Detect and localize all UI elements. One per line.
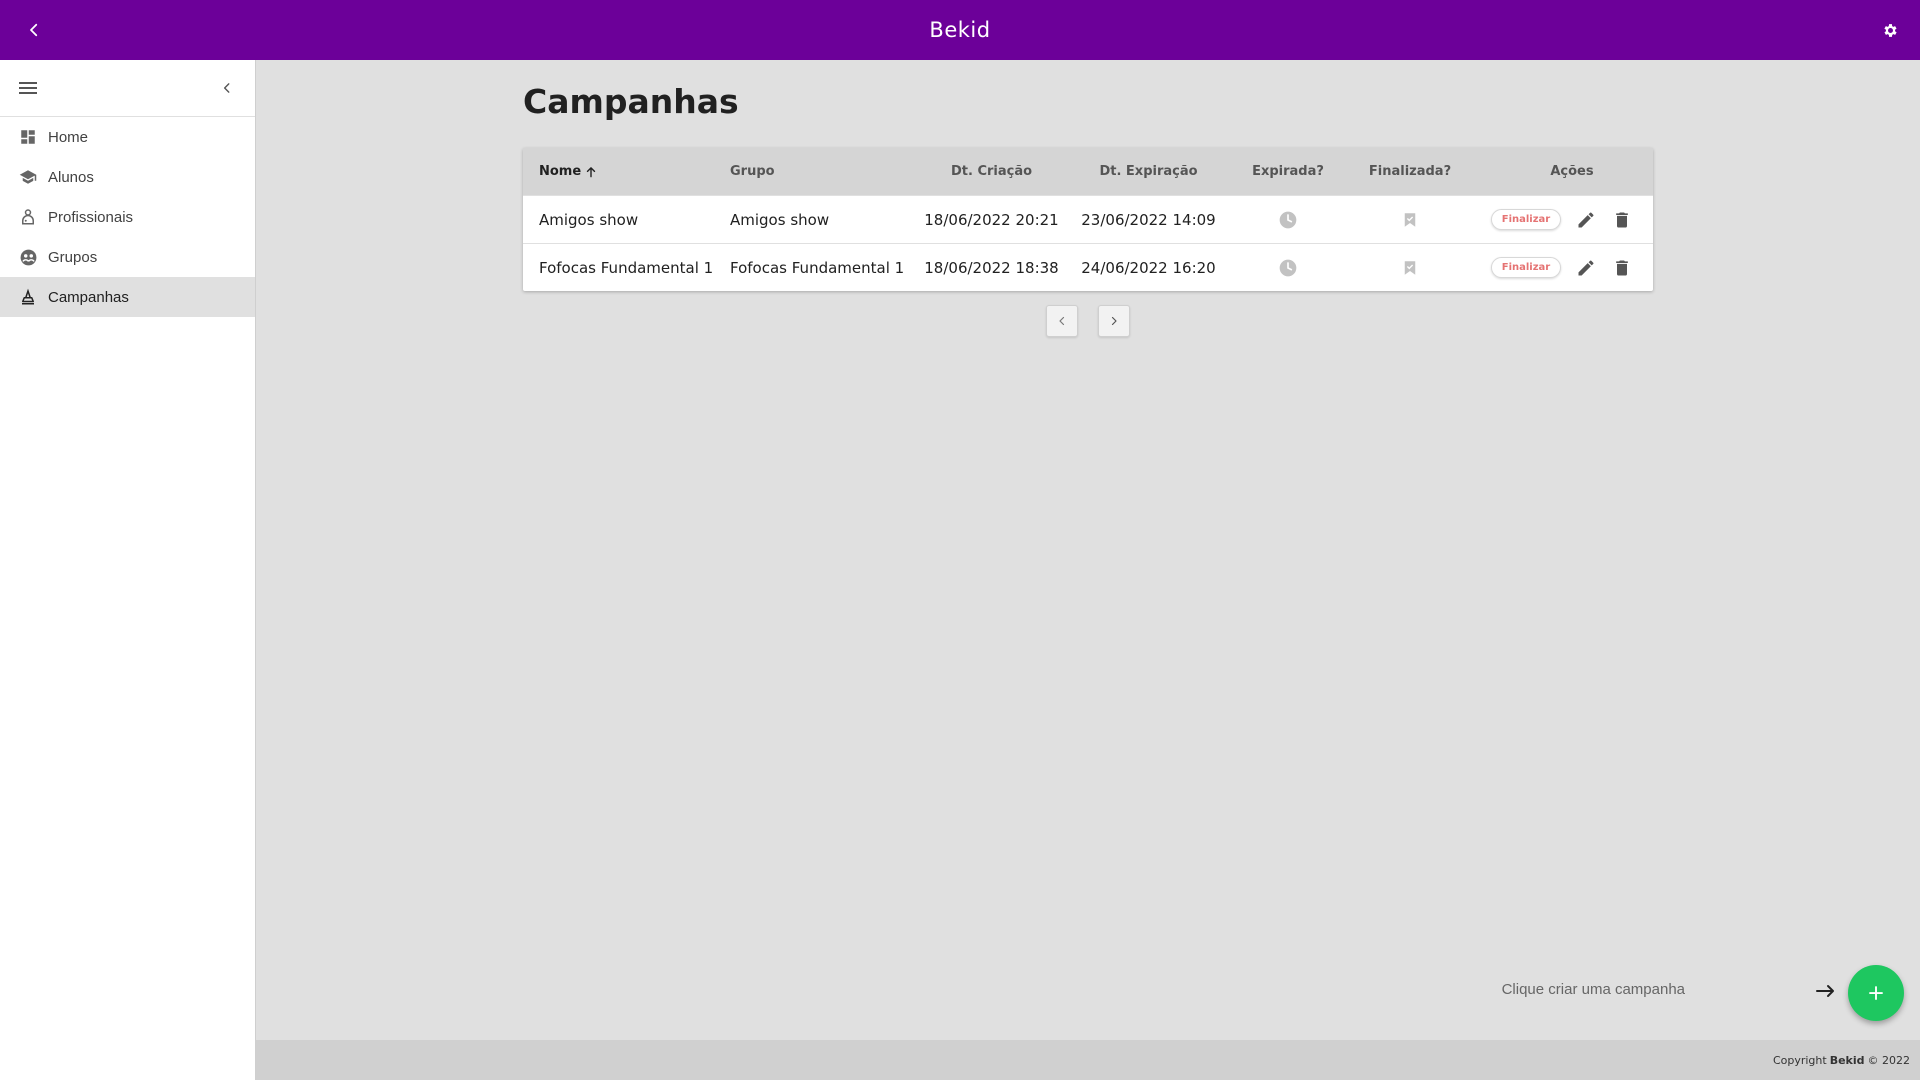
app-bar: Bekid xyxy=(0,0,1920,60)
graduation-cap-icon xyxy=(18,167,38,187)
sidebar-item-alunos[interactable]: Alunos xyxy=(0,157,255,197)
create-campaign-hint: Clique criar uma campanha xyxy=(1501,981,1685,998)
cell-dt-expiracao: 24/06/2022 16:20 xyxy=(1081,258,1216,277)
sidebar-item-label: Grupos xyxy=(48,248,98,266)
column-header-grupo[interactable]: Grupo xyxy=(718,164,913,179)
trash-icon xyxy=(1616,260,1629,275)
sidebar-header xyxy=(0,60,255,117)
copyright-prefix: Copyright xyxy=(1772,1053,1827,1067)
gear-icon xyxy=(1883,23,1897,37)
professional-icon xyxy=(18,207,38,227)
page-title: Campanhas xyxy=(523,82,739,121)
pencil-icon xyxy=(1578,259,1594,275)
column-header-dt-criacao[interactable]: Dt. Criação xyxy=(913,164,1070,179)
copyright-brand: Bekid xyxy=(1829,1053,1865,1067)
sort-arrow-up-icon xyxy=(586,166,596,177)
column-header-finalizada[interactable]: Finalizada? xyxy=(1349,164,1471,179)
bookmark-check-icon xyxy=(1404,212,1416,227)
cell-finalizada xyxy=(1349,211,1471,229)
cell-grupo: Fofocas Fundamental 1 xyxy=(730,258,905,277)
cell-finalizada xyxy=(1349,259,1471,277)
campaigns-table: Nome Grupo Dt. Criação Dt. Expiração Exp… xyxy=(523,148,1653,291)
footer: Copyright Bekid © 2022 xyxy=(256,1040,1920,1080)
finalizar-button[interactable]: Finalizar xyxy=(1490,209,1562,230)
delete-button[interactable] xyxy=(1611,257,1633,279)
column-header-expirada[interactable]: Expirada? xyxy=(1227,164,1349,179)
cell-expirada xyxy=(1227,210,1349,230)
sidebar-item-campanhas[interactable]: Campanhas xyxy=(0,277,255,317)
sidebar-item-label: Home xyxy=(48,128,89,146)
chevron-left-icon xyxy=(223,83,230,93)
plus-icon xyxy=(1869,986,1883,1000)
groups-icon xyxy=(18,247,38,267)
clock-icon xyxy=(1279,259,1297,276)
column-header-acoes: Ações xyxy=(1550,164,1594,179)
chevron-left-icon xyxy=(1059,316,1065,326)
cell-dt-expiracao: 23/06/2022 14:09 xyxy=(1081,210,1216,229)
edit-button[interactable] xyxy=(1575,257,1597,279)
pencil-icon xyxy=(1578,211,1594,227)
table-row: Fofocas Fundamental 1 Fofocas Fundamenta… xyxy=(523,243,1653,291)
edit-button[interactable] xyxy=(1575,209,1597,231)
chevron-right-icon xyxy=(1111,316,1117,326)
cell-dt-criacao: 18/06/2022 20:21 xyxy=(924,210,1059,229)
sidebar-item-home[interactable]: Home xyxy=(0,117,255,157)
sidebar-item-profissionais[interactable]: Profissionais xyxy=(0,197,255,237)
column-header-dt-expiracao[interactable]: Dt. Expiração xyxy=(1070,164,1227,179)
campaign-icon xyxy=(18,287,38,307)
dashboard-icon xyxy=(18,127,38,147)
sidebar-item-label: Campanhas xyxy=(48,288,129,306)
arrow-right-icon xyxy=(1816,985,1834,997)
cell-expirada xyxy=(1227,258,1349,278)
app-title: Bekid xyxy=(929,18,991,42)
column-header-nome[interactable]: Nome xyxy=(523,164,718,179)
sidebar-item-label: Alunos xyxy=(48,168,94,186)
previous-page-button[interactable] xyxy=(1046,305,1078,337)
sidebar-item-grupos[interactable]: Grupos xyxy=(0,237,255,277)
cell-grupo: Amigos show xyxy=(730,210,830,229)
add-campaign-button[interactable] xyxy=(1848,965,1904,1021)
next-page-button[interactable] xyxy=(1098,305,1130,337)
bookmark-check-icon xyxy=(1404,260,1416,275)
cell-nome: Fofocas Fundamental 1 xyxy=(539,258,714,277)
cell-acoes: Finalizar xyxy=(1471,257,1653,279)
delete-button[interactable] xyxy=(1611,209,1633,231)
sidebar: Home Alunos Profissionais Grupos Campanh… xyxy=(0,60,256,1080)
table-row: Amigos show Amigos show 18/06/2022 20:21… xyxy=(523,195,1653,243)
sidebar-item-label: Profissionais xyxy=(48,208,134,226)
settings-button[interactable] xyxy=(1872,12,1908,48)
cell-nome: Amigos show xyxy=(539,210,639,229)
finalizar-button[interactable]: Finalizar xyxy=(1490,257,1562,278)
clock-icon xyxy=(1279,211,1297,228)
collapse-sidebar-button[interactable] xyxy=(211,72,243,104)
copyright-suffix: © 2022 xyxy=(1867,1053,1911,1067)
cell-dt-criacao: 18/06/2022 18:38 xyxy=(924,258,1059,277)
menu-button[interactable] xyxy=(12,72,44,104)
cell-acoes: Finalizar xyxy=(1471,209,1653,231)
trash-icon xyxy=(1616,212,1629,227)
table-header: Nome Grupo Dt. Criação Dt. Expiração Exp… xyxy=(523,148,1653,195)
hamburger-icon xyxy=(19,82,37,94)
